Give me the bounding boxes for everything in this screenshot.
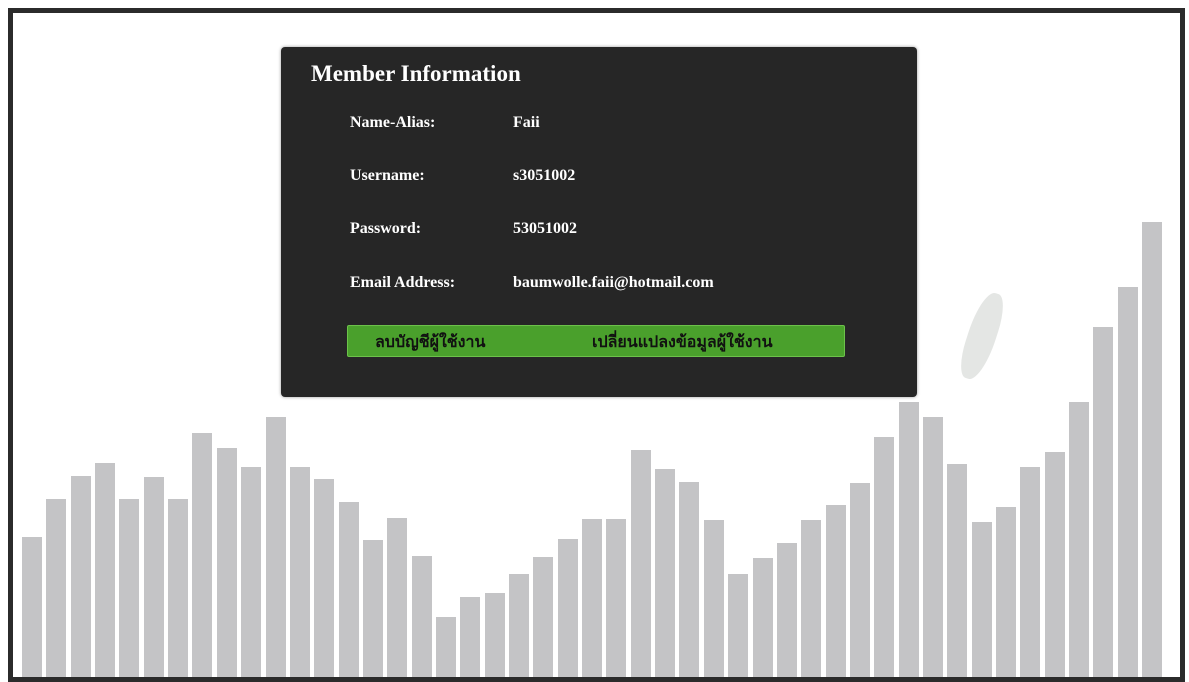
background-bar: [460, 597, 481, 677]
background-bar: [776, 543, 797, 677]
password-label: Password:: [350, 220, 422, 237]
background-bar: [606, 519, 627, 677]
background-bar: [557, 539, 578, 677]
background-bar: [435, 617, 456, 677]
background-bar: [362, 540, 383, 677]
delete-account-button[interactable]: ลบบัญชีผู้ใช้งาน: [375, 330, 485, 354]
edit-account-button[interactable]: เปลี่ยนแปลงข้อมูลผู้ใช้งาน: [592, 330, 773, 354]
background-bar: [314, 479, 335, 677]
account-actions-bar: ลบบัญชีผู้ใช้งาน เปลี่ยนแปลงข้อมูลผู้ใช้…: [347, 325, 845, 357]
background-bar: [70, 476, 91, 677]
background-bar: [338, 502, 359, 677]
email-label: Email Address:: [350, 274, 456, 291]
background-bar: [703, 520, 724, 677]
member-info-panel: Member Information Name-Alias: Faii User…: [281, 47, 917, 397]
background-bar: [168, 499, 189, 677]
background-bar: [289, 467, 310, 677]
background-bar: [484, 593, 505, 677]
background-bar: [387, 518, 408, 677]
password-value: 53051002: [513, 220, 577, 237]
background-bar: [752, 558, 773, 677]
background-bar: [898, 402, 919, 677]
background-bar: [1093, 327, 1114, 677]
background-bar: [922, 417, 943, 677]
username-label: Username:: [350, 167, 425, 184]
background-bar: [996, 507, 1016, 677]
screen-frame: Member Information Name-Alias: Faii User…: [8, 8, 1185, 682]
background-bar: [825, 505, 846, 677]
background-bar: [947, 464, 968, 677]
background-bar: [1117, 287, 1138, 677]
background-bar: [216, 448, 237, 677]
background-bar: [971, 522, 992, 677]
background-bar: [509, 574, 529, 677]
background-bar: [95, 463, 116, 677]
background-bar: [1044, 452, 1065, 677]
background-bar: [679, 482, 700, 677]
background-bar: [874, 437, 895, 677]
background-bar: [22, 537, 42, 677]
background-bar: [1142, 222, 1163, 677]
background-bar: [1069, 402, 1090, 677]
email-value: baumwolle.faii@hotmail.com: [513, 274, 714, 291]
background-bar: [46, 499, 67, 677]
background-bar: [849, 483, 870, 677]
background-bar: [630, 450, 651, 677]
panel-title: Member Information: [311, 61, 521, 86]
background-bar: [119, 499, 140, 677]
name-alias-value: Faii: [513, 114, 540, 131]
background-bar: [655, 469, 676, 677]
background-bar: [533, 557, 554, 677]
background-bar: [192, 433, 213, 677]
background-bar: [728, 574, 749, 677]
background-bar: [241, 467, 262, 677]
background-bar: [143, 477, 164, 677]
background-bar: [411, 556, 432, 677]
background-bar: [1020, 467, 1041, 677]
username-value: s3051002: [513, 167, 576, 184]
background-bar: [801, 520, 822, 677]
background-bar: [582, 519, 603, 677]
name-alias-label: Name-Alias:: [350, 114, 436, 131]
background-bar: [265, 417, 286, 677]
